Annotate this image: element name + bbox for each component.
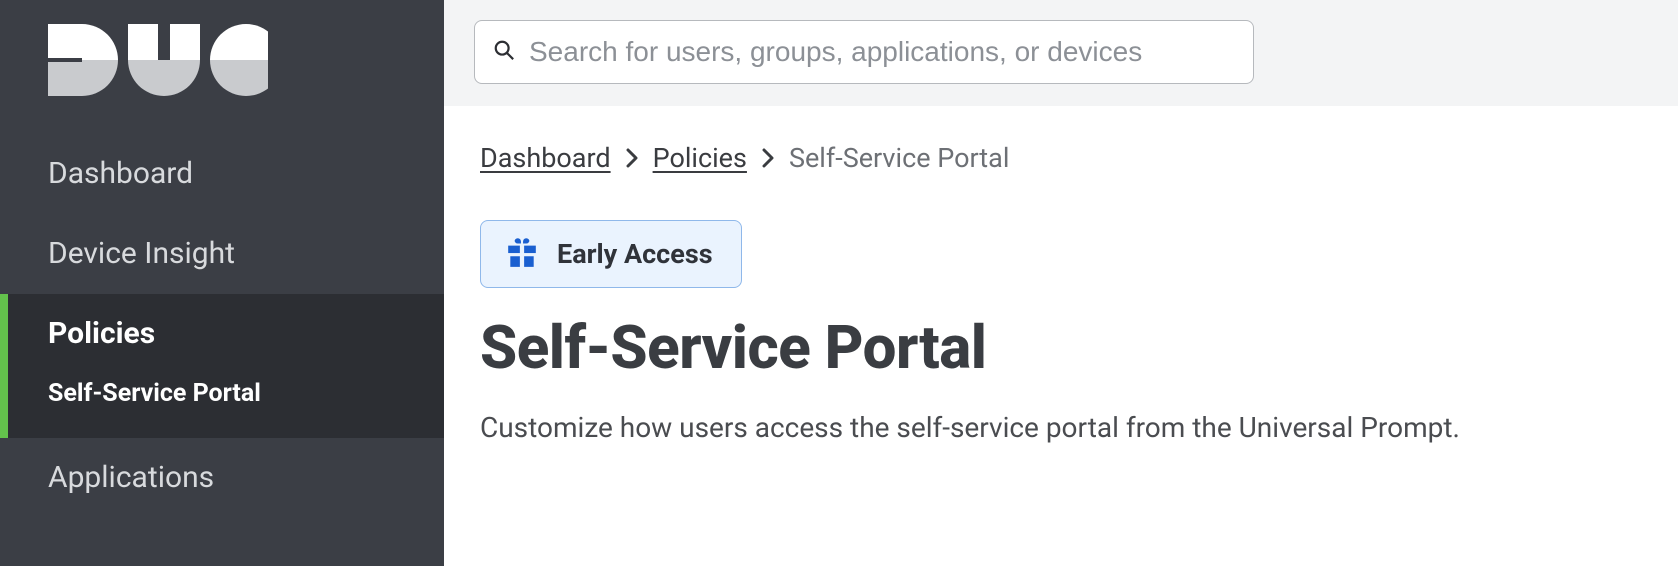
sidebar-item-applications[interactable]: Applications [0, 438, 444, 518]
sidebar: Dashboard Device Insight Policies Self-S… [0, 0, 444, 566]
breadcrumb-current: Self-Service Portal [789, 142, 1009, 174]
search-input[interactable] [529, 36, 1235, 68]
early-access-label: Early Access [557, 238, 713, 270]
breadcrumb-policies[interactable]: Policies [653, 142, 747, 174]
sidebar-item-dashboard[interactable]: Dashboard [0, 134, 444, 214]
main: Dashboard Policies Self-Service Portal [444, 0, 1678, 566]
sidebar-item-policies[interactable]: Policies [48, 316, 444, 373]
sidebar-subitem-self-service-portal[interactable]: Self-Service Portal [48, 373, 444, 428]
duo-logo [0, 0, 444, 106]
page-title: Self-Service Portal [480, 312, 1678, 383]
page-description: Customize how users access the self-serv… [480, 411, 1678, 444]
searchbar[interactable] [474, 20, 1254, 84]
early-access-badge: Early Access [480, 220, 742, 288]
sidebar-item-device-insight[interactable]: Device Insight [0, 214, 444, 294]
search-icon [493, 39, 529, 65]
sidebar-item-policies-group: Policies Self-Service Portal [0, 294, 444, 438]
breadcrumb-dashboard[interactable]: Dashboard [480, 142, 611, 174]
content: Dashboard Policies Self-Service Portal [444, 106, 1678, 444]
searchbar-container [444, 0, 1678, 106]
sidebar-nav: Dashboard Device Insight Policies Self-S… [0, 134, 444, 518]
chevron-right-icon [625, 147, 639, 169]
breadcrumb: Dashboard Policies Self-Service Portal [480, 142, 1678, 174]
chevron-right-icon [761, 147, 775, 169]
gift-icon [505, 235, 539, 273]
